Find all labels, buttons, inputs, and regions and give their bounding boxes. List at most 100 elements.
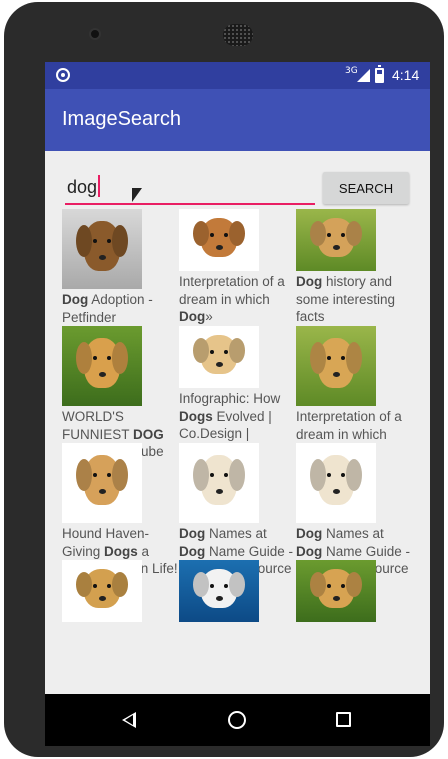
result-item[interactable]: Dog Adoption - Petfinder [62,209,179,344]
app-bar: ImageSearch [45,89,430,151]
dog-ear [229,338,245,364]
caption-keyword: Dog [296,274,323,289]
speaker-grille [223,24,253,46]
dog-sitting-icon[interactable] [62,443,142,523]
caption-keyword: Dog [179,526,206,541]
signal-icon [357,69,370,82]
dog-eye [224,232,228,237]
dog-golden-icon[interactable] [62,326,142,406]
dog-nose [333,244,340,250]
caption-keyword: DOG [133,426,164,442]
dog-eye [210,583,214,588]
dog-grass-icon[interactable] [296,326,376,406]
dog-ear [112,572,128,598]
puppy-white-icon[interactable] [179,443,259,523]
dog-ear [193,221,209,247]
caption-text: WORLD'S FUNNIEST [62,409,134,442]
dog-ear [346,342,362,374]
dog-ear [346,459,362,491]
caption-text: » [205,309,213,324]
navigation-bar [45,694,430,746]
result-caption: Infographic: How Dogs Evolved | Co.Desig… [179,390,296,443]
result-item[interactable] [179,560,296,622]
caption-text: Interpretation of a dream in which [296,409,402,442]
dog-ear [76,572,92,598]
dog-glasses-icon[interactable] [62,560,142,622]
dog-ear [112,225,128,257]
dog-nose [99,595,106,601]
caption-text: Names at [322,526,384,541]
caption-keyword: Dog [62,292,89,307]
dog-field-icon[interactable] [296,209,376,271]
result-item[interactable] [296,560,413,622]
dog-ear [229,459,245,491]
dog-ear [229,572,245,598]
clock: 4:14 [392,67,420,83]
caption-keyword: Dogs [104,543,138,559]
dog-ear [112,459,128,491]
result-caption: Interpretation of a dream in which Dog» [179,273,296,326]
dog-eye [224,349,228,354]
recent-apps-icon[interactable] [336,712,351,727]
dog-ear [193,459,209,491]
home-icon[interactable] [228,711,246,729]
battery-icon [375,65,384,83]
caption-text: Infographic: How [179,391,281,406]
dog-eye [341,232,345,237]
dog-eye [327,232,331,237]
dog-ear [346,572,362,598]
back-icon[interactable] [122,712,136,728]
caption-keyword: Dog [179,543,206,559]
dog-ear [112,342,128,374]
dog-ear [76,342,92,374]
dog-eye [93,583,97,588]
caption-text: Names at [205,526,267,541]
result-item[interactable]: WORLD'S FUNNIEST DOG FAILS - YouTube [62,326,179,461]
status-bar: 3G 4:14 [45,62,430,89]
dog-nose [216,595,223,601]
dog-ear [76,225,92,257]
dog-eye [210,349,214,354]
caption-keyword: Dog [296,526,323,541]
dog-funny-icon[interactable] [179,560,259,622]
result-item[interactable]: Infographic: How Dogs Evolved | Co.Desig… [179,326,296,443]
results-grid: Dog Adoption - Petfinder Interpretation o… [45,151,430,694]
dog-eye [327,583,331,588]
content: SEARCH Dog Adoption - PetfinderInterpret… [45,151,430,694]
dog-ear [310,572,326,598]
caption-keyword: Dog [179,309,206,324]
result-item[interactable]: Dog history and some interesting facts [296,209,413,326]
caption-keyword: Dogs [179,408,213,424]
dog-ear [310,221,326,247]
result-item[interactable]: Dog Names at Dog Name Guide - The Online… [179,443,296,578]
result-item[interactable] [62,560,179,622]
screen: 3G 4:14 ImageSearch SEARCH Dog Adoption … [45,62,430,746]
caption-text: Interpretation of a dream in which [179,274,285,307]
puppy-white-icon[interactable] [296,443,376,523]
app-title: ImageSearch [62,108,181,130]
dog-ear [193,572,209,598]
result-item[interactable]: Interpretation of a dream in which Dog» [296,326,413,461]
dog-puppy-icon[interactable] [179,209,259,271]
dog-nose [216,244,223,250]
dog-brown-icon[interactable] [62,209,142,289]
caption-keyword: Dog [296,543,323,559]
result-item[interactable]: Dog Names at Dog Name Guide - The Online… [296,443,413,578]
dog-ear [310,342,326,374]
dog-eye [341,583,345,588]
result-item[interactable]: Hound Haven- Giving Dogs a New Leash on … [62,443,179,578]
dog-ear [76,459,92,491]
dog-golden-green-icon[interactable] [296,560,376,622]
dog-lying-icon[interactable] [179,326,259,388]
dog-eye [224,583,228,588]
network-type: 3G [345,66,358,76]
result-caption: Dog history and some interesting facts [296,273,413,326]
dog-eye [210,232,214,237]
phone-frame: 3G 4:14 ImageSearch SEARCH Dog Adoption … [4,2,444,757]
result-item[interactable]: Interpretation of a dream in which Dog» [179,209,296,326]
dog-nose [216,361,223,367]
dog-ear [229,221,245,247]
dog-eye [107,583,111,588]
dog-ear [310,459,326,491]
dog-nose [333,595,340,601]
